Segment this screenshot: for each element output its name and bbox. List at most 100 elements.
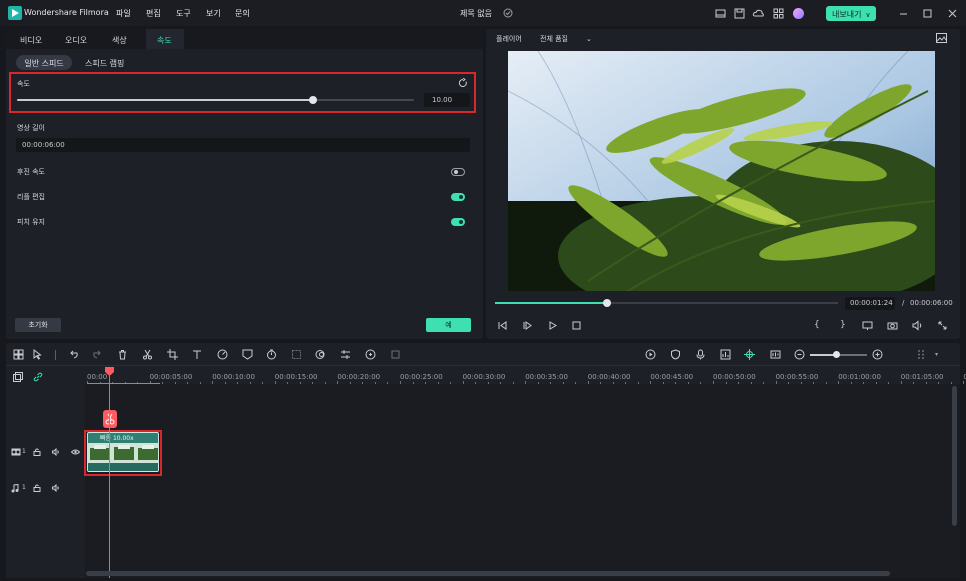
zoom-slider-handle[interactable] — [833, 351, 840, 358]
account-avatar-icon[interactable] — [792, 7, 805, 20]
crop-icon[interactable] — [167, 349, 178, 360]
render-preview-icon[interactable] — [645, 349, 656, 360]
fullscreen-icon[interactable] — [937, 320, 948, 331]
layout-icon[interactable] — [714, 7, 727, 20]
minimize-icon[interactable] — [897, 7, 910, 20]
eye-icon[interactable] — [71, 448, 80, 456]
adjust-icon[interactable] — [340, 349, 351, 360]
reverse-speed-toggle[interactable] — [451, 168, 465, 176]
zoom-out-icon[interactable] — [794, 349, 805, 360]
mask-icon[interactable] — [315, 349, 326, 360]
export-button[interactable]: 내보내기 ∨ — [826, 6, 876, 21]
project-status-icon — [503, 8, 513, 18]
tab-color[interactable]: 색상 — [112, 35, 127, 46]
speed-slider-fill — [17, 99, 313, 101]
menu-tools[interactable]: 도구 — [176, 8, 191, 19]
ok-button[interactable]: 예 — [426, 318, 471, 332]
save-icon[interactable] — [733, 7, 746, 20]
layout-grid-icon[interactable] — [13, 349, 24, 360]
speed-icon[interactable] — [217, 349, 228, 360]
playback-scrubber-handle[interactable] — [603, 299, 611, 307]
apps-grid-icon[interactable] — [772, 7, 785, 20]
zoom-in-icon[interactable] — [872, 349, 883, 360]
timeline-options-icon[interactable] — [916, 349, 927, 360]
tab-video[interactable]: 비디오 — [20, 35, 42, 46]
play-reverse-icon[interactable] — [522, 320, 533, 331]
add-track-icon[interactable] — [13, 372, 23, 382]
chevron-down-icon[interactable]: ▾ — [935, 351, 938, 358]
keep-pitch-toggle[interactable] — [451, 218, 465, 226]
close-icon[interactable] — [946, 7, 959, 20]
subtab-uniform-speed[interactable]: 일반 스피드 — [16, 55, 72, 70]
menu-view[interactable]: 보기 — [206, 8, 221, 19]
link-icon[interactable] — [33, 372, 43, 382]
menu-help[interactable]: 문의 — [235, 8, 250, 19]
shield-icon[interactable] — [670, 349, 681, 360]
timeline-tracks-area[interactable] — [85, 384, 960, 578]
menu-edit[interactable]: 편집 — [146, 8, 161, 19]
lock-icon[interactable] — [33, 448, 41, 456]
snapshot-camera-icon[interactable] — [887, 320, 898, 331]
delete-icon[interactable] — [117, 349, 128, 360]
duration-input[interactable]: 00:00:06:00 — [16, 138, 470, 152]
timer-icon[interactable] — [266, 349, 277, 360]
speaker-icon[interactable] — [52, 448, 60, 456]
snap-magnet-icon[interactable] — [744, 349, 755, 360]
vertical-scrollbar[interactable] — [952, 386, 957, 526]
volume-icon[interactable] — [912, 320, 923, 331]
audio-stretch-icon[interactable] — [770, 349, 781, 360]
duration-label: 영상 길이 — [17, 124, 45, 132]
ai-tool-icon[interactable] — [365, 349, 376, 360]
ruler-tick-label: 00:01:00:00 — [838, 373, 881, 381]
app-name: Wondershare Filmora — [24, 8, 109, 17]
chevron-down-icon: ⌄ — [586, 35, 592, 43]
quality-value: 전체 품질 — [540, 35, 568, 43]
reset-button[interactable]: 초기화 — [15, 318, 61, 332]
mark-out-icon[interactable]: } — [840, 320, 851, 331]
text-icon[interactable] — [192, 349, 203, 360]
snapshot-compare-icon[interactable] — [936, 33, 947, 43]
video-track-number: 1 — [22, 448, 26, 455]
playhead-line[interactable] — [109, 369, 110, 578]
redo-icon[interactable] — [92, 349, 103, 360]
cloud-icon[interactable] — [752, 7, 765, 20]
tab-audio[interactable]: 오디오 — [65, 35, 87, 46]
reset-icon[interactable] — [458, 78, 468, 88]
horizontal-scrollbar[interactable] — [86, 571, 890, 576]
play-icon[interactable] — [547, 320, 558, 331]
display-icon[interactable] — [862, 320, 873, 331]
voiceover-icon[interactable] — [720, 349, 731, 360]
previous-frame-icon[interactable] — [497, 320, 508, 331]
select-cursor-icon[interactable] — [32, 349, 43, 360]
speaker-icon[interactable] — [52, 484, 60, 492]
toolbar-separator — [55, 350, 56, 360]
maximize-icon[interactable] — [921, 7, 934, 20]
speed-slider-handle[interactable] — [309, 96, 317, 104]
filmora-logo-icon — [8, 6, 22, 20]
document-title: 제목 없음 — [460, 9, 492, 18]
split-handle[interactable] — [103, 410, 117, 428]
player-label: 플레이어 — [496, 35, 522, 43]
lock-icon[interactable] — [33, 484, 41, 492]
marker-icon[interactable] — [242, 349, 253, 360]
subtab-speed-ramping[interactable]: 스피드 램핑 — [85, 58, 124, 69]
undo-icon[interactable] — [68, 349, 79, 360]
video-preview[interactable] — [508, 51, 935, 291]
ruler-tick-label: 00:00:35:00 — [525, 373, 568, 381]
ripple-edit-toggle[interactable] — [451, 193, 465, 201]
playhead-handle[interactable] — [105, 367, 114, 376]
stop-icon[interactable] — [571, 320, 582, 331]
mark-in-icon[interactable]: { — [814, 320, 825, 331]
ripple-edit-label: 리플 편집 — [17, 193, 45, 201]
keep-pitch-label: 피치 유지 — [17, 218, 45, 226]
quality-select[interactable]: 전체 품질 ⌄ — [540, 34, 592, 44]
microphone-icon[interactable] — [695, 349, 706, 360]
speed-highlight-box — [9, 72, 476, 113]
green-screen-icon[interactable] — [390, 349, 401, 360]
tab-speed[interactable]: 속도 — [157, 35, 172, 46]
speed-value-input[interactable]: 10.00 — [424, 93, 470, 107]
fit-frame-icon[interactable] — [291, 349, 302, 360]
menu-file[interactable]: 파일 — [116, 8, 131, 19]
ruler-tick-label: 00:00:45:00 — [650, 373, 694, 381]
split-scissors-icon[interactable] — [142, 349, 153, 360]
